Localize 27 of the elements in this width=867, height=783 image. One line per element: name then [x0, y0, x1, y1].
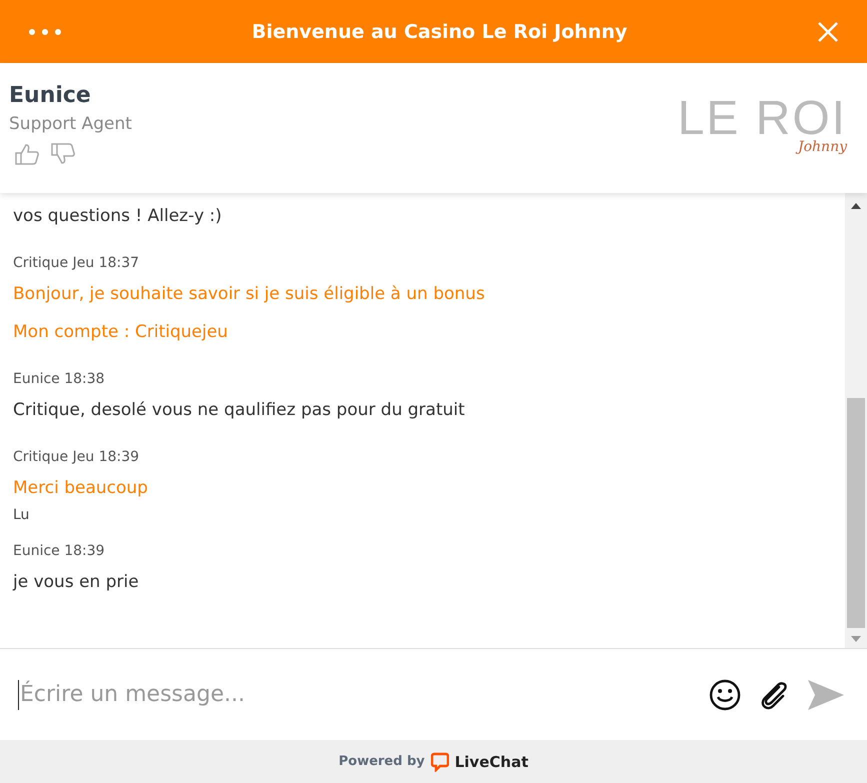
logo-script: Johnny	[798, 139, 847, 155]
window-title: Bienvenue au Casino Le Roi Johnny	[252, 20, 628, 42]
close-icon	[816, 20, 839, 42]
message-meta: Critique Jeu 18:39	[13, 449, 140, 465]
agent-role: Support Agent	[9, 114, 132, 134]
message-meta: Eunice 18:39	[13, 543, 106, 559]
agent-name: Eunice	[9, 83, 92, 108]
message-meta: Critique Jeu 18:37	[13, 255, 140, 271]
message-text: Bonjour, je souhaite savoir si je suis éligible à un bonus	[13, 283, 486, 306]
speech-bubble-icon	[430, 752, 449, 772]
livechat-brand[interactable]: LiveChat	[454, 752, 528, 770]
thumbs-down-icon[interactable]	[50, 142, 76, 166]
send-icon[interactable]	[807, 678, 845, 710]
scrollbar[interactable]	[845, 193, 867, 648]
scroll-down-icon[interactable]	[851, 636, 861, 642]
thumbs-up-icon[interactable]	[14, 142, 40, 166]
message-text: Critique, desolé vous ne qaulifiez pas pour du gratuit	[13, 399, 466, 422]
message-text: Merci beaucoup	[13, 477, 149, 500]
scroll-up-icon[interactable]	[851, 203, 861, 209]
message-text: vos questions ! Allez-y :)	[13, 205, 223, 228]
message-text: Mon compte : Critiquejeu	[13, 321, 229, 344]
read-status: Lu	[13, 507, 30, 523]
message-text: je vous en prie	[13, 571, 140, 594]
more-icon	[28, 28, 62, 36]
powered-by-text: Powered by	[338, 754, 425, 769]
message-meta: Eunice 18:38	[13, 371, 106, 387]
emoji-icon[interactable]	[709, 678, 741, 710]
